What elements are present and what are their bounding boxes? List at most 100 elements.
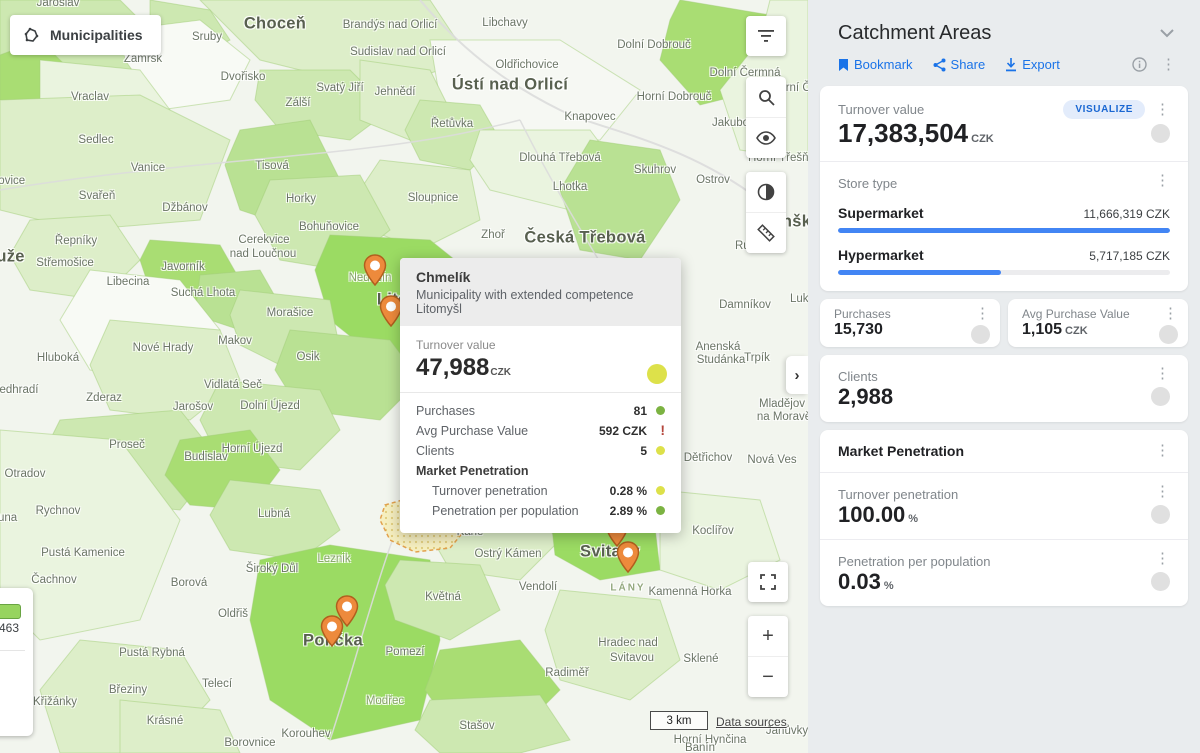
legend-value: 463 <box>0 621 19 635</box>
turnover-visibility-toggle[interactable] <box>1151 124 1170 143</box>
status-dot-yellow <box>656 486 665 495</box>
clients-card: Clients ⋮ 2,988 <box>820 355 1188 421</box>
population-penetration-kebab[interactable]: ⋮ <box>1155 554 1170 564</box>
store-type-kebab[interactable]: ⋮ <box>1155 176 1170 186</box>
turnover-value: 17,383,504CZK <box>838 119 994 149</box>
ruler-icon <box>756 223 776 243</box>
catchment-app: JaroslavChoceňBrandýs nad OrlicíSrubyLib… <box>0 0 1200 753</box>
tooltip-metric-row: Turnover penetration0.28 % <box>416 481 665 501</box>
fullscreen-button[interactable] <box>748 562 788 602</box>
visibility-button[interactable] <box>746 117 786 158</box>
map-legend-panel: 463 <box>0 588 33 736</box>
search-button[interactable] <box>746 77 786 117</box>
clients-label: Clients <box>838 369 878 384</box>
purchases-kebab[interactable]: ⋮ <box>975 309 990 319</box>
visualize-button[interactable]: VISUALIZE <box>1063 100 1145 119</box>
fullscreen-icon <box>760 574 776 590</box>
legend-divider <box>0 650 25 651</box>
store-location-pin[interactable] <box>363 254 387 286</box>
turnover-penetration-value: 100.00% <box>838 502 918 527</box>
turnover-penetration-kebab[interactable]: ⋮ <box>1155 487 1170 497</box>
purchases-card: Purchases 15,730 ⋮ <box>820 299 1000 347</box>
bookmark-button[interactable]: Bookmark <box>838 57 913 72</box>
panel-menu-kebab[interactable]: ⋮ <box>1161 60 1176 70</box>
alert-icon: ! <box>660 422 665 438</box>
zoom-in-button[interactable]: + <box>748 616 788 656</box>
contrast-button[interactable] <box>746 172 786 212</box>
filter-button[interactable] <box>746 16 786 56</box>
sidebar-collapse-handle[interactable]: › <box>786 356 808 394</box>
tooltip-metric-row: Penetration per population2.89 % <box>416 501 665 521</box>
search-icon <box>758 89 775 106</box>
turnover-card: Turnover value VISUALIZE ⋮ 17,383,504CZK <box>820 86 1188 291</box>
store-type-row: Supermarket11,666,319 CZK <box>838 205 1170 233</box>
tooltip-metric-row: Clients5 <box>416 441 665 461</box>
zoom-out-button[interactable]: − <box>748 656 788 697</box>
avg-purchase-visibility-toggle[interactable] <box>1159 325 1178 344</box>
status-dot-green <box>656 506 665 515</box>
zoom-controls: + − <box>748 616 788 697</box>
market-penetration-kebab[interactable]: ⋮ <box>1155 446 1170 456</box>
measure-button[interactable] <box>746 212 786 253</box>
turnover-penetration-section: Turnover penetration ⋮ 100.00% <box>820 473 1188 539</box>
export-icon <box>1005 58 1017 72</box>
clients-value: 2,988 <box>838 384 893 409</box>
avg-purchase-card: Avg Purchase Value 1,105CZK ⋮ <box>1008 299 1188 347</box>
avg-purchase-kebab[interactable]: ⋮ <box>1163 309 1178 319</box>
store-type-row: Hypermarket 5,717,185 CZK <box>838 247 1170 275</box>
filter-control <box>746 16 786 56</box>
store-location-pin[interactable] <box>616 541 640 573</box>
purchases-value: 15,730 <box>834 321 988 339</box>
share-button[interactable]: Share <box>933 57 986 72</box>
status-dot-green <box>656 406 665 415</box>
data-sources-link[interactable]: Data sources <box>716 715 787 729</box>
tooltip-title: Chmelík <box>416 269 665 285</box>
clients-visibility-toggle[interactable] <box>1151 387 1170 406</box>
search-eye-controls <box>746 77 786 158</box>
population-penetration-value: 0.03% <box>838 569 894 594</box>
population-penetration-visibility-toggle[interactable] <box>1151 572 1170 591</box>
analytics-sidebar: Catchment Areas Bookmark Share <box>808 0 1200 753</box>
store-type-label: Store type <box>838 176 897 191</box>
tooltip-metric-value: 47,988CZK <box>416 354 665 382</box>
status-dot-yellow <box>656 446 665 455</box>
tooltip-subtitle: Municipality with extended competence Li… <box>416 288 665 316</box>
tooltip-rows: Purchases81Avg Purchase Value592 CZK!Cli… <box>400 393 681 533</box>
turnover-kebab[interactable]: ⋮ <box>1155 105 1170 115</box>
chevron-down-icon[interactable] <box>1160 29 1174 38</box>
market-penetration-card: Market Penetration ⋮ Turnover penetratio… <box>820 430 1188 607</box>
purchases-label: Purchases <box>834 307 988 321</box>
status-dot-yellow <box>647 364 667 384</box>
population-penetration-label: Penetration per population <box>838 554 991 569</box>
turnover-penetration-label: Turnover penetration <box>838 487 958 502</box>
market-penetration-title: Market Penetration <box>838 443 964 459</box>
legend-swatch <box>0 604 21 619</box>
share-icon <box>933 58 946 72</box>
store-type-rows: Supermarket11,666,319 CZK Hypermarket 5,71… <box>838 205 1170 275</box>
store-location-pin[interactable] <box>320 615 344 647</box>
info-icon[interactable] <box>1132 57 1147 72</box>
store-type-name: Hypermarket <box>838 247 924 263</box>
polygon-layer-icon <box>22 26 40 44</box>
style-measure-controls <box>746 172 786 253</box>
store-type-value: 5,717,185 CZK <box>1089 249 1170 263</box>
tooltip-metric-unit: CZK <box>490 367 511 378</box>
clients-kebab[interactable]: ⋮ <box>1155 369 1170 379</box>
turnover-penetration-visibility-toggle[interactable] <box>1151 505 1170 524</box>
municipalities-layer-button[interactable]: Municipalities <box>10 15 161 55</box>
chevron-right-icon: › <box>795 367 800 384</box>
avg-purchase-value: 1,105CZK <box>1022 321 1176 339</box>
turnover-section: Turnover value VISUALIZE ⋮ 17,383,504CZK <box>820 86 1188 161</box>
export-button[interactable]: Export <box>1005 57 1060 72</box>
contrast-icon <box>757 183 775 201</box>
turnover-label: Turnover value <box>838 102 924 117</box>
panel-title: Catchment Areas <box>838 22 991 45</box>
map-tooltip: Chmelík Municipality with extended compe… <box>400 258 681 533</box>
purchases-visibility-toggle[interactable] <box>971 325 990 344</box>
population-penetration-section: Penetration per population ⋮ 0.03% <box>820 540 1188 606</box>
eye-icon <box>756 131 776 145</box>
map-canvas[interactable]: JaroslavChoceňBrandýs nad OrlicíSrubyLib… <box>0 0 808 753</box>
store-type-bar <box>838 228 1170 233</box>
store-type-value: 11,666,319 CZK <box>1083 207 1170 221</box>
tooltip-header: Chmelík Municipality with extended compe… <box>400 258 681 326</box>
